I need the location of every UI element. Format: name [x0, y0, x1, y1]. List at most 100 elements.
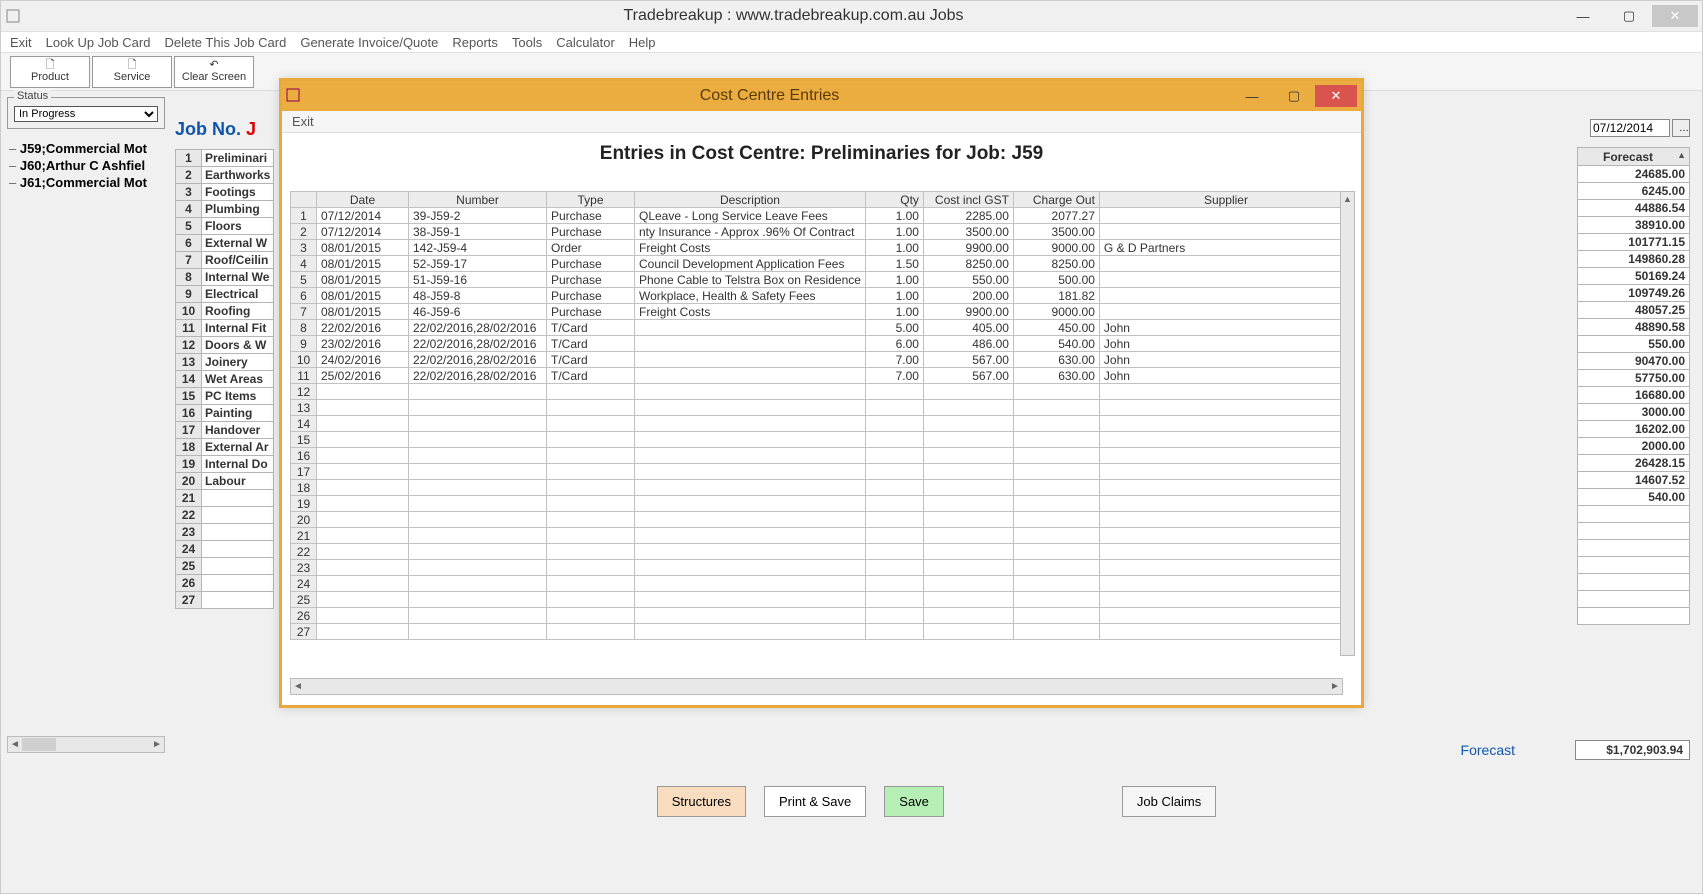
job-tree-item[interactable]: J59;Commercial Mot — [7, 141, 165, 156]
cell-description[interactable]: Freight Costs — [635, 304, 866, 320]
entries-grid[interactable]: Date Number Type Description Qty Cost in… — [290, 191, 1353, 640]
cc-name[interactable]: External W — [202, 235, 274, 252]
save-button[interactable]: Save — [884, 786, 944, 817]
cell-supplier[interactable]: G & D Partners — [1099, 240, 1352, 256]
cell-type[interactable]: T/Card — [547, 336, 635, 352]
popup-scrollbar-h[interactable]: ◄ ► — [290, 678, 1343, 695]
cell-charge[interactable]: 9000.00 — [1013, 240, 1099, 256]
forecast-cell[interactable]: 16202.00 — [1578, 421, 1690, 438]
cell-supplier[interactable]: John — [1099, 320, 1352, 336]
cell-type[interactable]: Purchase — [547, 288, 635, 304]
cell-qty[interactable]: 1.00 — [865, 288, 923, 304]
menu-tools[interactable]: Tools — [512, 35, 542, 50]
cc-name[interactable]: External Ar — [202, 439, 274, 456]
cell-number[interactable]: 22/02/2016,28/02/2016 — [409, 320, 547, 336]
cell-cost[interactable]: 9900.00 — [923, 240, 1013, 256]
cc-name[interactable]: Internal Do — [202, 456, 274, 473]
cell-supplier[interactable] — [1099, 272, 1352, 288]
cell-charge[interactable]: 500.00 — [1013, 272, 1099, 288]
cc-name[interactable] — [202, 524, 274, 541]
cc-name[interactable]: Roofing — [202, 303, 274, 320]
popup-menu-exit[interactable]: Exit — [292, 114, 314, 129]
menu-exit[interactable]: Exit — [10, 35, 32, 50]
col-description[interactable]: Description — [635, 192, 866, 208]
forecast-cell[interactable]: 44886.54 — [1578, 200, 1690, 217]
cell-date[interactable]: 24/02/2016 — [317, 352, 409, 368]
forecast-cell[interactable] — [1578, 557, 1690, 574]
cell-charge[interactable]: 9000.00 — [1013, 304, 1099, 320]
job-tree-item[interactable]: J61;Commercial Mot — [7, 175, 165, 190]
cell-date[interactable]: 08/01/2015 — [317, 304, 409, 320]
cell-number[interactable]: 22/02/2016,28/02/2016 — [409, 352, 547, 368]
cell-number[interactable]: 46-J59-6 — [409, 304, 547, 320]
cc-name[interactable]: Internal We — [202, 269, 274, 286]
cc-name[interactable]: Joinery — [202, 354, 274, 371]
cell-date[interactable]: 08/01/2015 — [317, 256, 409, 272]
cell-description[interactable]: nty Insurance - Approx .96% Of Contract — [635, 224, 866, 240]
forecast-cell[interactable] — [1578, 591, 1690, 608]
job-claims-button[interactable]: Job Claims — [1122, 786, 1216, 817]
cell-cost[interactable]: 3500.00 — [923, 224, 1013, 240]
cell-qty[interactable]: 5.00 — [865, 320, 923, 336]
forecast-cell[interactable]: 38910.00 — [1578, 217, 1690, 234]
cell-cost[interactable]: 486.00 — [923, 336, 1013, 352]
forecast-cell[interactable] — [1578, 540, 1690, 557]
forecast-cell[interactable]: 550.00 — [1578, 336, 1690, 353]
cc-name[interactable]: Labour — [202, 473, 274, 490]
cc-name[interactable]: Earthworks — [202, 167, 274, 184]
forecast-cell[interactable]: 24685.00 — [1578, 166, 1690, 183]
cell-number[interactable]: 39-J59-2 — [409, 208, 547, 224]
forecast-cell[interactable] — [1578, 608, 1690, 625]
col-number[interactable]: Number — [409, 192, 547, 208]
cc-name[interactable]: Preliminari — [202, 150, 274, 167]
cell-qty[interactable]: 6.00 — [865, 336, 923, 352]
forecast-cell[interactable]: 48057.25 — [1578, 302, 1690, 319]
cell-description[interactable]: Freight Costs — [635, 240, 866, 256]
cell-type[interactable]: Purchase — [547, 256, 635, 272]
left-scrollbar[interactable]: ◄ ► — [7, 736, 165, 753]
cell-type[interactable]: Order — [547, 240, 635, 256]
forecast-cell[interactable]: 3000.00 — [1578, 404, 1690, 421]
cell-description[interactable]: Workplace, Health & Safety Fees — [635, 288, 866, 304]
cell-description[interactable]: QLeave - Long Service Leave Fees — [635, 208, 866, 224]
cell-qty[interactable]: 1.00 — [865, 240, 923, 256]
cell-number[interactable]: 142-J59-4 — [409, 240, 547, 256]
col-supplier[interactable]: Supplier — [1099, 192, 1352, 208]
forecast-cell[interactable]: 101771.15 — [1578, 234, 1690, 251]
cell-description[interactable]: Phone Cable to Telstra Box on Residence — [635, 272, 866, 288]
cell-cost[interactable]: 567.00 — [923, 352, 1013, 368]
cell-supplier[interactable] — [1099, 208, 1352, 224]
cell-charge[interactable]: 540.00 — [1013, 336, 1099, 352]
cell-qty[interactable]: 1.50 — [865, 256, 923, 272]
col-qty[interactable]: Qty — [865, 192, 923, 208]
scroll-thumb[interactable] — [22, 738, 56, 751]
popup-close-button[interactable]: ✕ — [1315, 85, 1357, 107]
forecast-cell[interactable] — [1578, 523, 1690, 540]
cell-date[interactable]: 08/01/2015 — [317, 288, 409, 304]
cc-name[interactable]: Internal Fit — [202, 320, 274, 337]
forecast-cell[interactable] — [1578, 506, 1690, 523]
cell-qty[interactable]: 1.00 — [865, 304, 923, 320]
col-date[interactable]: Date — [317, 192, 409, 208]
forecast-cell[interactable]: 57750.00 — [1578, 370, 1690, 387]
cell-qty[interactable]: 7.00 — [865, 352, 923, 368]
col-cost[interactable]: Cost incl GST — [923, 192, 1013, 208]
menu-help[interactable]: Help — [629, 35, 656, 50]
cc-name[interactable]: PC Items — [202, 388, 274, 405]
clear-screen-button[interactable]: ↶Clear Screen — [174, 56, 254, 88]
cell-description[interactable] — [635, 320, 866, 336]
cell-qty[interactable]: 1.00 — [865, 272, 923, 288]
cell-number[interactable]: 22/02/2016,28/02/2016 — [409, 368, 547, 384]
cell-supplier[interactable]: John — [1099, 352, 1352, 368]
minimize-button[interactable]: — — [1560, 5, 1606, 27]
cc-name[interactable]: Plumbing — [202, 201, 274, 218]
cell-description[interactable]: Council Development Application Fees — [635, 256, 866, 272]
menu-delete[interactable]: Delete This Job Card — [164, 35, 286, 50]
cell-date[interactable]: 08/01/2015 — [317, 240, 409, 256]
cell-supplier[interactable] — [1099, 304, 1352, 320]
cell-charge[interactable]: 8250.00 — [1013, 256, 1099, 272]
cell-charge[interactable]: 2077.27 — [1013, 208, 1099, 224]
cell-type[interactable]: T/Card — [547, 368, 635, 384]
cell-date[interactable]: 08/01/2015 — [317, 272, 409, 288]
product-button[interactable]: 🗋Product — [10, 56, 90, 88]
